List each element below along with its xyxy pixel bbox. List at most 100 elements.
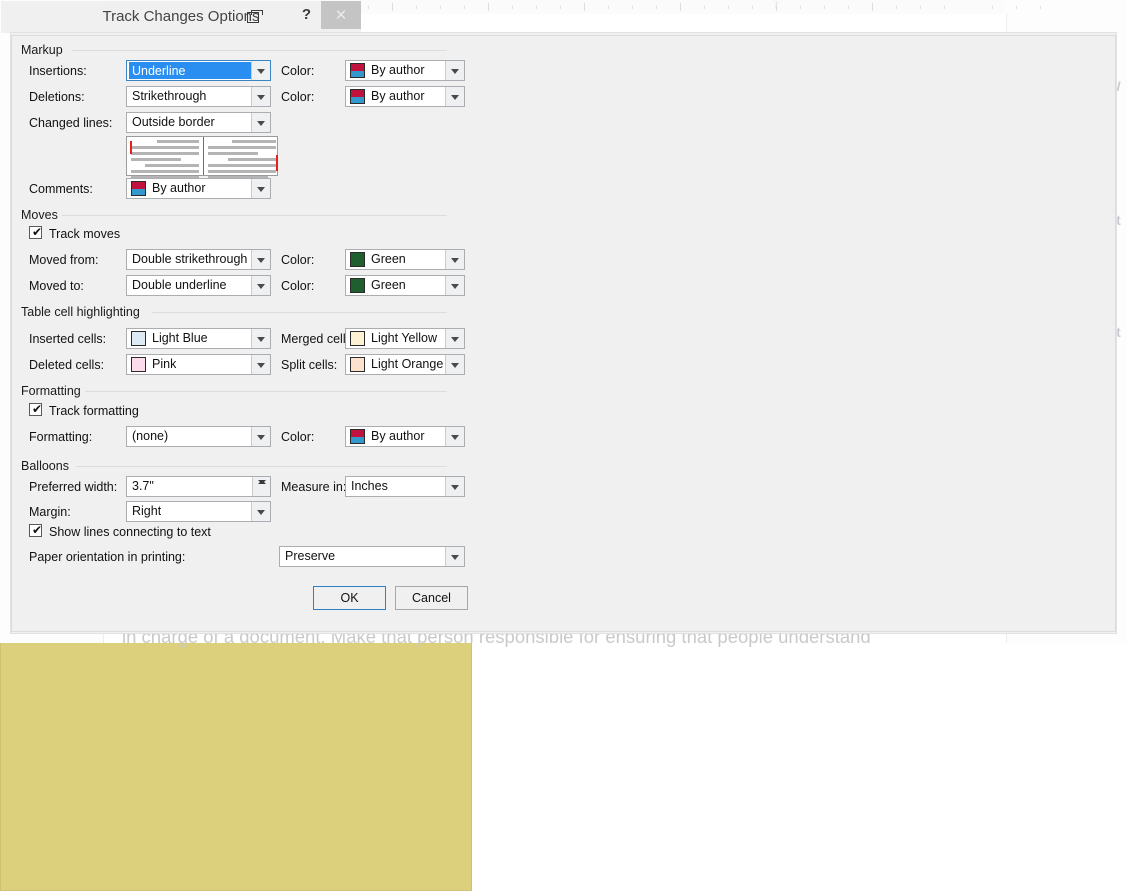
- deleted-cells-value: Pink: [152, 357, 177, 371]
- moved-to-value: Double underline: [132, 278, 227, 292]
- preferred-width-label: Preferred width:: [29, 480, 118, 494]
- ruler-tick-major: [680, 3, 681, 11]
- changed-lines-value: Outside border: [132, 115, 215, 129]
- table-cells-group-label: Table cell highlighting: [21, 305, 145, 319]
- light-blue-swatch-icon: [131, 331, 146, 346]
- preferred-width-stepper[interactable]: [252, 477, 270, 496]
- ruler-tick: [464, 6, 465, 9]
- ruler-tick: [632, 6, 633, 9]
- chevron-down-icon[interactable]: [445, 329, 464, 348]
- ruler-tick-major: [872, 3, 873, 11]
- preview-page-right: [203, 137, 280, 185]
- ruler-tick: [368, 6, 369, 9]
- moved-to-color-select[interactable]: Green: [345, 275, 465, 296]
- ruler-tick: [944, 6, 945, 9]
- insertions-color-value: By author: [371, 63, 425, 77]
- ruler-tick: [704, 6, 705, 9]
- chevron-down-icon[interactable]: [251, 502, 270, 521]
- checkbox-track-formatting[interactable]: ✔: [29, 403, 42, 416]
- chevron-down-icon[interactable]: [445, 250, 464, 269]
- adv-cancel-button[interactable]: Cancel: [395, 586, 468, 610]
- label-show-lines: Show lines connecting to text: [49, 525, 211, 539]
- ruler-tick: [992, 6, 993, 9]
- restore-icon[interactable]: [247, 10, 263, 23]
- label-track-moves: Track moves: [49, 227, 121, 241]
- advanced-track-changes-options-dialog[interactable]: Advanced Track Changes Options ? ✕ Marku…: [0, 35, 1116, 891]
- ruler-tick-major: [584, 3, 585, 11]
- checkbox-track-moves[interactable]: ✔: [29, 226, 42, 239]
- margin-select[interactable]: Right: [126, 501, 271, 522]
- tc-title-bar[interactable]: Track Changes Options ? ✕: [1, 1, 361, 33]
- deleted-cells-label: Deleted cells:: [29, 358, 105, 372]
- by-author-swatch-icon: [131, 181, 146, 196]
- split-cells-select[interactable]: Light Orange: [345, 354, 465, 375]
- close-button[interactable]: ✕: [321, 1, 361, 29]
- moved-to-select[interactable]: Double underline: [126, 275, 271, 296]
- deletions-select[interactable]: Strikethrough: [126, 86, 271, 107]
- inserted-cells-select[interactable]: Light Blue: [126, 328, 271, 349]
- chevron-down-icon[interactable]: [445, 355, 464, 374]
- preferred-width-input[interactable]: 3.7": [126, 476, 271, 497]
- changed-lines-label: Changed lines:: [29, 116, 113, 130]
- chevron-down-icon[interactable]: [251, 87, 270, 106]
- formatting-label: Formatting:: [29, 430, 93, 444]
- moves-group-label: Moves: [21, 208, 63, 222]
- close-icon: ✕: [334, 6, 348, 24]
- chevron-down-icon[interactable]: [251, 276, 270, 295]
- by-author-swatch-icon: [350, 63, 365, 78]
- chevron-down-icon[interactable]: [445, 87, 464, 106]
- measure-in-select[interactable]: Inches: [345, 476, 465, 497]
- chevron-down-icon[interactable]: [251, 179, 270, 198]
- formatting-color-value: By author: [371, 429, 425, 443]
- ruler-tick-major: [488, 3, 489, 11]
- split-cells-label: Split cells:: [281, 358, 338, 372]
- changed-lines-select[interactable]: Outside border: [126, 112, 271, 133]
- merged-cells-select[interactable]: Light Yellow: [345, 328, 465, 349]
- preferred-width-value: 3.7": [132, 479, 154, 493]
- ruler-tick: [824, 6, 825, 9]
- insertions-color-select[interactable]: By author: [345, 60, 465, 81]
- chevron-down-icon[interactable]: [251, 427, 270, 446]
- paper-orientation-value: Preserve: [285, 549, 336, 563]
- checkbox-show-lines[interactable]: ✔: [29, 524, 42, 537]
- changed-lines-preview: [126, 136, 280, 185]
- group-divider: [62, 215, 447, 216]
- chevron-down-icon[interactable]: [251, 113, 270, 132]
- chevron-down-icon[interactable]: [251, 61, 270, 80]
- formatting-select[interactable]: (none): [126, 426, 271, 447]
- ruler-tick: [920, 6, 921, 9]
- paper-orientation-select[interactable]: Preserve: [279, 546, 465, 567]
- chevron-down-icon[interactable]: [445, 276, 464, 295]
- chevron-down-icon[interactable]: [251, 250, 270, 269]
- chevron-down-icon[interactable]: [251, 329, 270, 348]
- help-icon[interactable]: ?: [302, 6, 311, 23]
- chevron-down-icon[interactable]: [445, 427, 464, 446]
- deletions-color-value: By author: [371, 89, 425, 103]
- deletions-value: Strikethrough: [132, 89, 207, 103]
- deleted-cells-select[interactable]: Pink: [126, 354, 271, 375]
- chevron-down-icon[interactable]: [445, 477, 464, 496]
- chevron-down-icon[interactable]: [445, 547, 464, 566]
- insertions-select[interactable]: Underline: [126, 60, 271, 81]
- pink-swatch-icon: [131, 357, 146, 372]
- paper-orientation-label: Paper orientation in printing:: [29, 550, 186, 564]
- adv-content: Markup Insertions: Underline Color: By a…: [11, 35, 1116, 632]
- comments-color-value: By author: [152, 181, 206, 195]
- comments-color-select[interactable]: By author: [126, 178, 271, 199]
- adv-ok-button[interactable]: OK: [313, 586, 386, 610]
- insertions-label: Insertions:: [29, 64, 87, 78]
- stepper-down-icon[interactable]: [253, 477, 270, 487]
- margin-label: Margin:: [29, 505, 71, 519]
- green-swatch-icon: [350, 252, 365, 267]
- chevron-down-icon[interactable]: [251, 355, 270, 374]
- moved-from-label: Moved from:: [29, 253, 99, 267]
- moved-from-select[interactable]: Double strikethrough: [126, 249, 271, 270]
- green-swatch-icon: [350, 278, 365, 293]
- balloons-group-label: Balloons: [21, 459, 74, 473]
- moved-from-color-select[interactable]: Green: [345, 249, 465, 270]
- label-track-formatting: Track formatting: [49, 404, 139, 418]
- chevron-down-icon[interactable]: [445, 61, 464, 80]
- moved-to-label: Moved to:: [29, 279, 84, 293]
- deletions-color-select[interactable]: By author: [345, 86, 465, 107]
- formatting-color-select[interactable]: By author: [345, 426, 465, 447]
